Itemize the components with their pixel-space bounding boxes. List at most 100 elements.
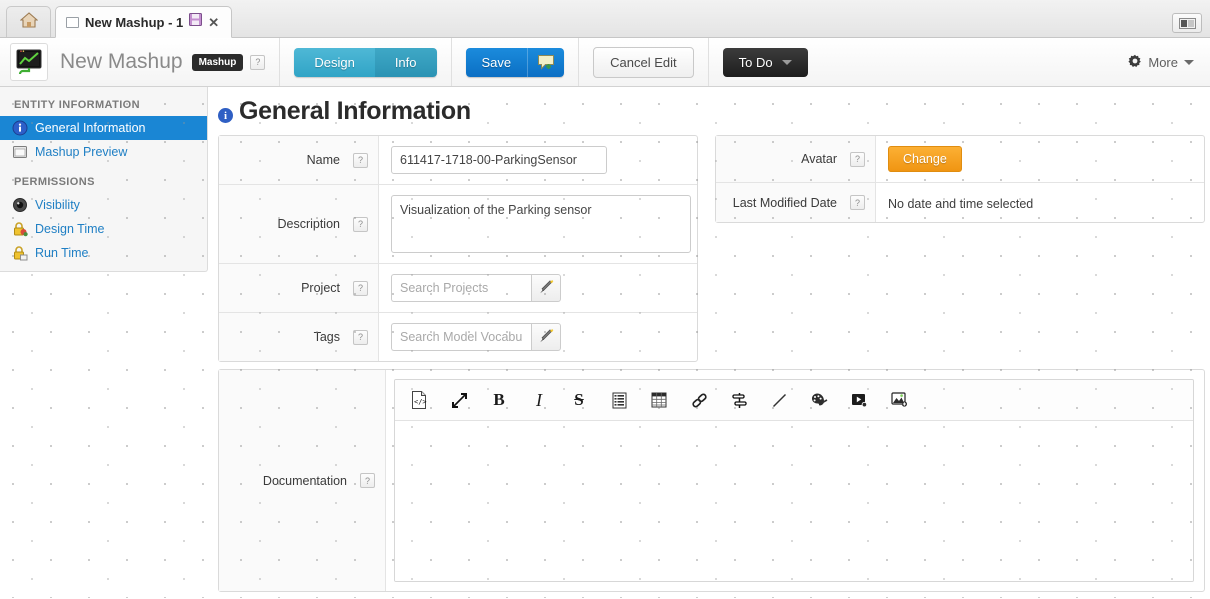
tab-design[interactable]: Design bbox=[294, 47, 375, 77]
label-name: Name ? bbox=[219, 136, 379, 184]
project-search-combo bbox=[391, 274, 561, 302]
horizontal-rule-icon[interactable] bbox=[769, 390, 789, 410]
italic-icon[interactable]: I bbox=[529, 390, 549, 410]
close-icon[interactable]: ✕ bbox=[208, 16, 219, 29]
home-tab[interactable] bbox=[6, 6, 51, 37]
value-description bbox=[379, 185, 703, 263]
video-icon[interactable] bbox=[849, 390, 869, 410]
tab-info[interactable]: Info bbox=[374, 47, 437, 77]
chevron-down-icon-more bbox=[1184, 59, 1194, 65]
bold-icon[interactable]: B bbox=[489, 390, 509, 410]
label-tags-text: Tags bbox=[313, 330, 340, 344]
help-icon-description[interactable]: ? bbox=[353, 216, 368, 232]
eye-icon bbox=[12, 197, 28, 213]
toolbar-divider-3 bbox=[578, 38, 580, 86]
sidebar-item-mashup-preview[interactable]: Mashup Preview bbox=[0, 140, 207, 164]
sidebar-item-visibility[interactable]: Visibility bbox=[0, 193, 207, 217]
general-info-form-left: Name ? Description ? Project bbox=[218, 135, 698, 362]
save-button[interactable]: Save bbox=[465, 47, 565, 77]
table-icon[interactable] bbox=[649, 390, 669, 410]
help-icon-avatar[interactable]: ? bbox=[850, 151, 865, 167]
link-icon[interactable] bbox=[689, 390, 709, 410]
mashup-monitor-icon bbox=[10, 43, 48, 81]
page-entity-title: New Mashup bbox=[60, 50, 183, 73]
rich-text-editor: </> B I S bbox=[394, 379, 1194, 582]
sidebar-item-label-general-information: General Information bbox=[35, 121, 146, 135]
toolbar-divider-4 bbox=[707, 38, 709, 86]
floppy-disk-icon[interactable] bbox=[189, 13, 203, 31]
screenshot-button[interactable] bbox=[1172, 13, 1202, 33]
help-icon-tags[interactable]: ? bbox=[353, 329, 368, 345]
magic-wand-icon-project[interactable] bbox=[531, 274, 561, 302]
help-icon-project[interactable]: ? bbox=[353, 280, 368, 296]
tabbar-right-tools bbox=[1172, 13, 1202, 33]
form-row-name: Name ? bbox=[219, 136, 697, 185]
svg-text:</>: </> bbox=[414, 398, 427, 406]
description-textarea[interactable] bbox=[391, 195, 691, 253]
tags-search-input[interactable] bbox=[391, 323, 531, 351]
magic-wand-icon-tags[interactable] bbox=[531, 323, 561, 351]
more-menu-button[interactable]: More bbox=[1128, 54, 1200, 71]
lock-user-icon bbox=[12, 221, 28, 237]
sidebar-item-label-run-time: Run Time bbox=[35, 246, 89, 260]
sidebar: ENTITY INFORMATION General Information M… bbox=[0, 87, 208, 272]
general-info-form-right: Avatar ? Change Last Modified Date ? No … bbox=[715, 135, 1205, 223]
form-row-last-modified: Last Modified Date ? No date and time se… bbox=[716, 183, 1204, 222]
tags-search-combo bbox=[391, 323, 561, 351]
toolbar-divider bbox=[279, 38, 281, 86]
value-tags bbox=[379, 313, 697, 361]
lock-run-icon bbox=[12, 245, 28, 261]
value-project bbox=[379, 264, 697, 312]
label-documentation-text: Documentation bbox=[262, 473, 347, 488]
project-search-input[interactable] bbox=[391, 274, 531, 302]
label-description: Description ? bbox=[219, 185, 379, 263]
todo-button[interactable]: To Do bbox=[722, 47, 808, 77]
browser-tab-bar: New Mashup - 1 ✕ bbox=[0, 0, 1210, 38]
fullscreen-icon[interactable] bbox=[449, 390, 469, 410]
label-avatar: Avatar ? bbox=[716, 136, 876, 182]
sidebar-item-design-time[interactable]: Design Time bbox=[0, 217, 207, 241]
documentation-editor-body[interactable] bbox=[395, 421, 1193, 581]
form-row-avatar: Avatar ? Change bbox=[716, 136, 1204, 183]
help-icon[interactable]: ? bbox=[250, 54, 266, 70]
label-avatar-text: Avatar bbox=[801, 152, 837, 166]
help-icon-documentation[interactable]: ? bbox=[360, 473, 375, 488]
bullet-list-icon[interactable] bbox=[609, 390, 629, 410]
editor-toolbar: </> B I S bbox=[395, 380, 1193, 421]
cancel-edit-button[interactable]: Cancel Edit bbox=[593, 46, 694, 78]
label-tags: Tags ? bbox=[219, 313, 379, 361]
form-row-description: Description ? bbox=[219, 185, 697, 264]
sidebar-item-run-time[interactable]: Run Time bbox=[0, 241, 207, 265]
application-header: New Mashup Mashup ? Design Info Save Can… bbox=[0, 38, 1210, 87]
comment-add-icon[interactable] bbox=[528, 49, 564, 75]
help-icon-name[interactable]: ? bbox=[353, 152, 368, 168]
documentation-editor-wrap: </> B I S bbox=[386, 370, 1204, 591]
info-circle-icon bbox=[12, 120, 28, 136]
avatar-change-button[interactable]: Change bbox=[888, 146, 962, 172]
label-last-modified: Last Modified Date ? bbox=[716, 183, 876, 222]
form-row-project: Project ? bbox=[219, 264, 697, 313]
sidebar-heading-entity-information: ENTITY INFORMATION bbox=[14, 99, 140, 111]
image-icon[interactable] bbox=[889, 390, 909, 410]
label-documentation: Documentation ? bbox=[219, 370, 386, 591]
mode-tab-group: Design Info bbox=[294, 47, 437, 77]
last-modified-value: No date and time selected bbox=[888, 197, 1034, 211]
help-icon-last-modified[interactable]: ? bbox=[850, 195, 865, 210]
save-button-label: Save bbox=[481, 54, 512, 70]
main-content: i General Information Name ? Description… bbox=[218, 87, 1210, 598]
anchor-icon[interactable] bbox=[729, 390, 749, 410]
screenshot-icon bbox=[1178, 17, 1196, 29]
value-last-modified: No date and time selected bbox=[876, 183, 1204, 222]
sidebar-item-general-information[interactable]: General Information bbox=[0, 116, 207, 140]
chevron-down-icon bbox=[781, 59, 792, 65]
value-name bbox=[379, 136, 697, 184]
sidebar-item-label-design-time: Design Time bbox=[35, 222, 105, 236]
page-title-text: General Information bbox=[239, 97, 471, 125]
name-input[interactable] bbox=[391, 146, 607, 174]
strikethrough-icon[interactable]: S bbox=[569, 390, 589, 410]
source-code-icon[interactable]: </> bbox=[409, 390, 429, 410]
document-tab[interactable]: New Mashup - 1 ✕ bbox=[55, 6, 233, 38]
document-tab-label: New Mashup - 1 bbox=[85, 14, 184, 30]
color-palette-icon[interactable] bbox=[809, 390, 829, 410]
sidebar-item-label-visibility: Visibility bbox=[35, 198, 80, 212]
